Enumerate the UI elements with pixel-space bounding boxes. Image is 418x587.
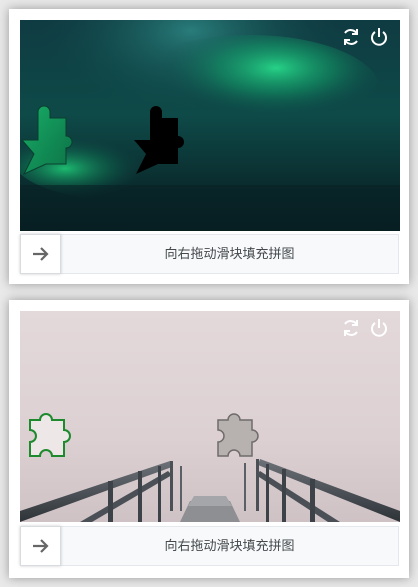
slider-captcha: 向右拖动滑块填充拼图: [9, 9, 409, 284]
arrow-right-icon: [32, 247, 49, 261]
slider-handle[interactable]: [20, 526, 61, 566]
arrow-right-icon: [32, 539, 49, 553]
slider-captcha: 向右拖动滑块填充拼图: [9, 300, 409, 578]
power-icon[interactable]: [368, 26, 390, 48]
slider-track[interactable]: 向右拖动滑块填充拼图: [20, 234, 399, 274]
slider-track[interactable]: 向右拖动滑块填充拼图: [20, 526, 399, 566]
refresh-icon[interactable]: [340, 317, 362, 339]
puzzle-gap: [217, 413, 259, 457]
captcha-toolbar: [340, 26, 390, 48]
power-icon[interactable]: [368, 317, 390, 339]
puzzle-piece: [29, 413, 71, 457]
foggy-stairs-image: [20, 311, 400, 522]
aurora-image: [20, 20, 400, 231]
captcha-toolbar: [340, 317, 390, 339]
refresh-icon[interactable]: [340, 26, 362, 48]
slider-handle[interactable]: [20, 234, 61, 274]
captcha-background-image: [20, 20, 400, 231]
captcha-background-image: [20, 311, 400, 522]
slider-hint: 向右拖动滑块填充拼图: [164, 538, 295, 553]
slider-hint: 向右拖动滑块填充拼图: [164, 246, 295, 261]
